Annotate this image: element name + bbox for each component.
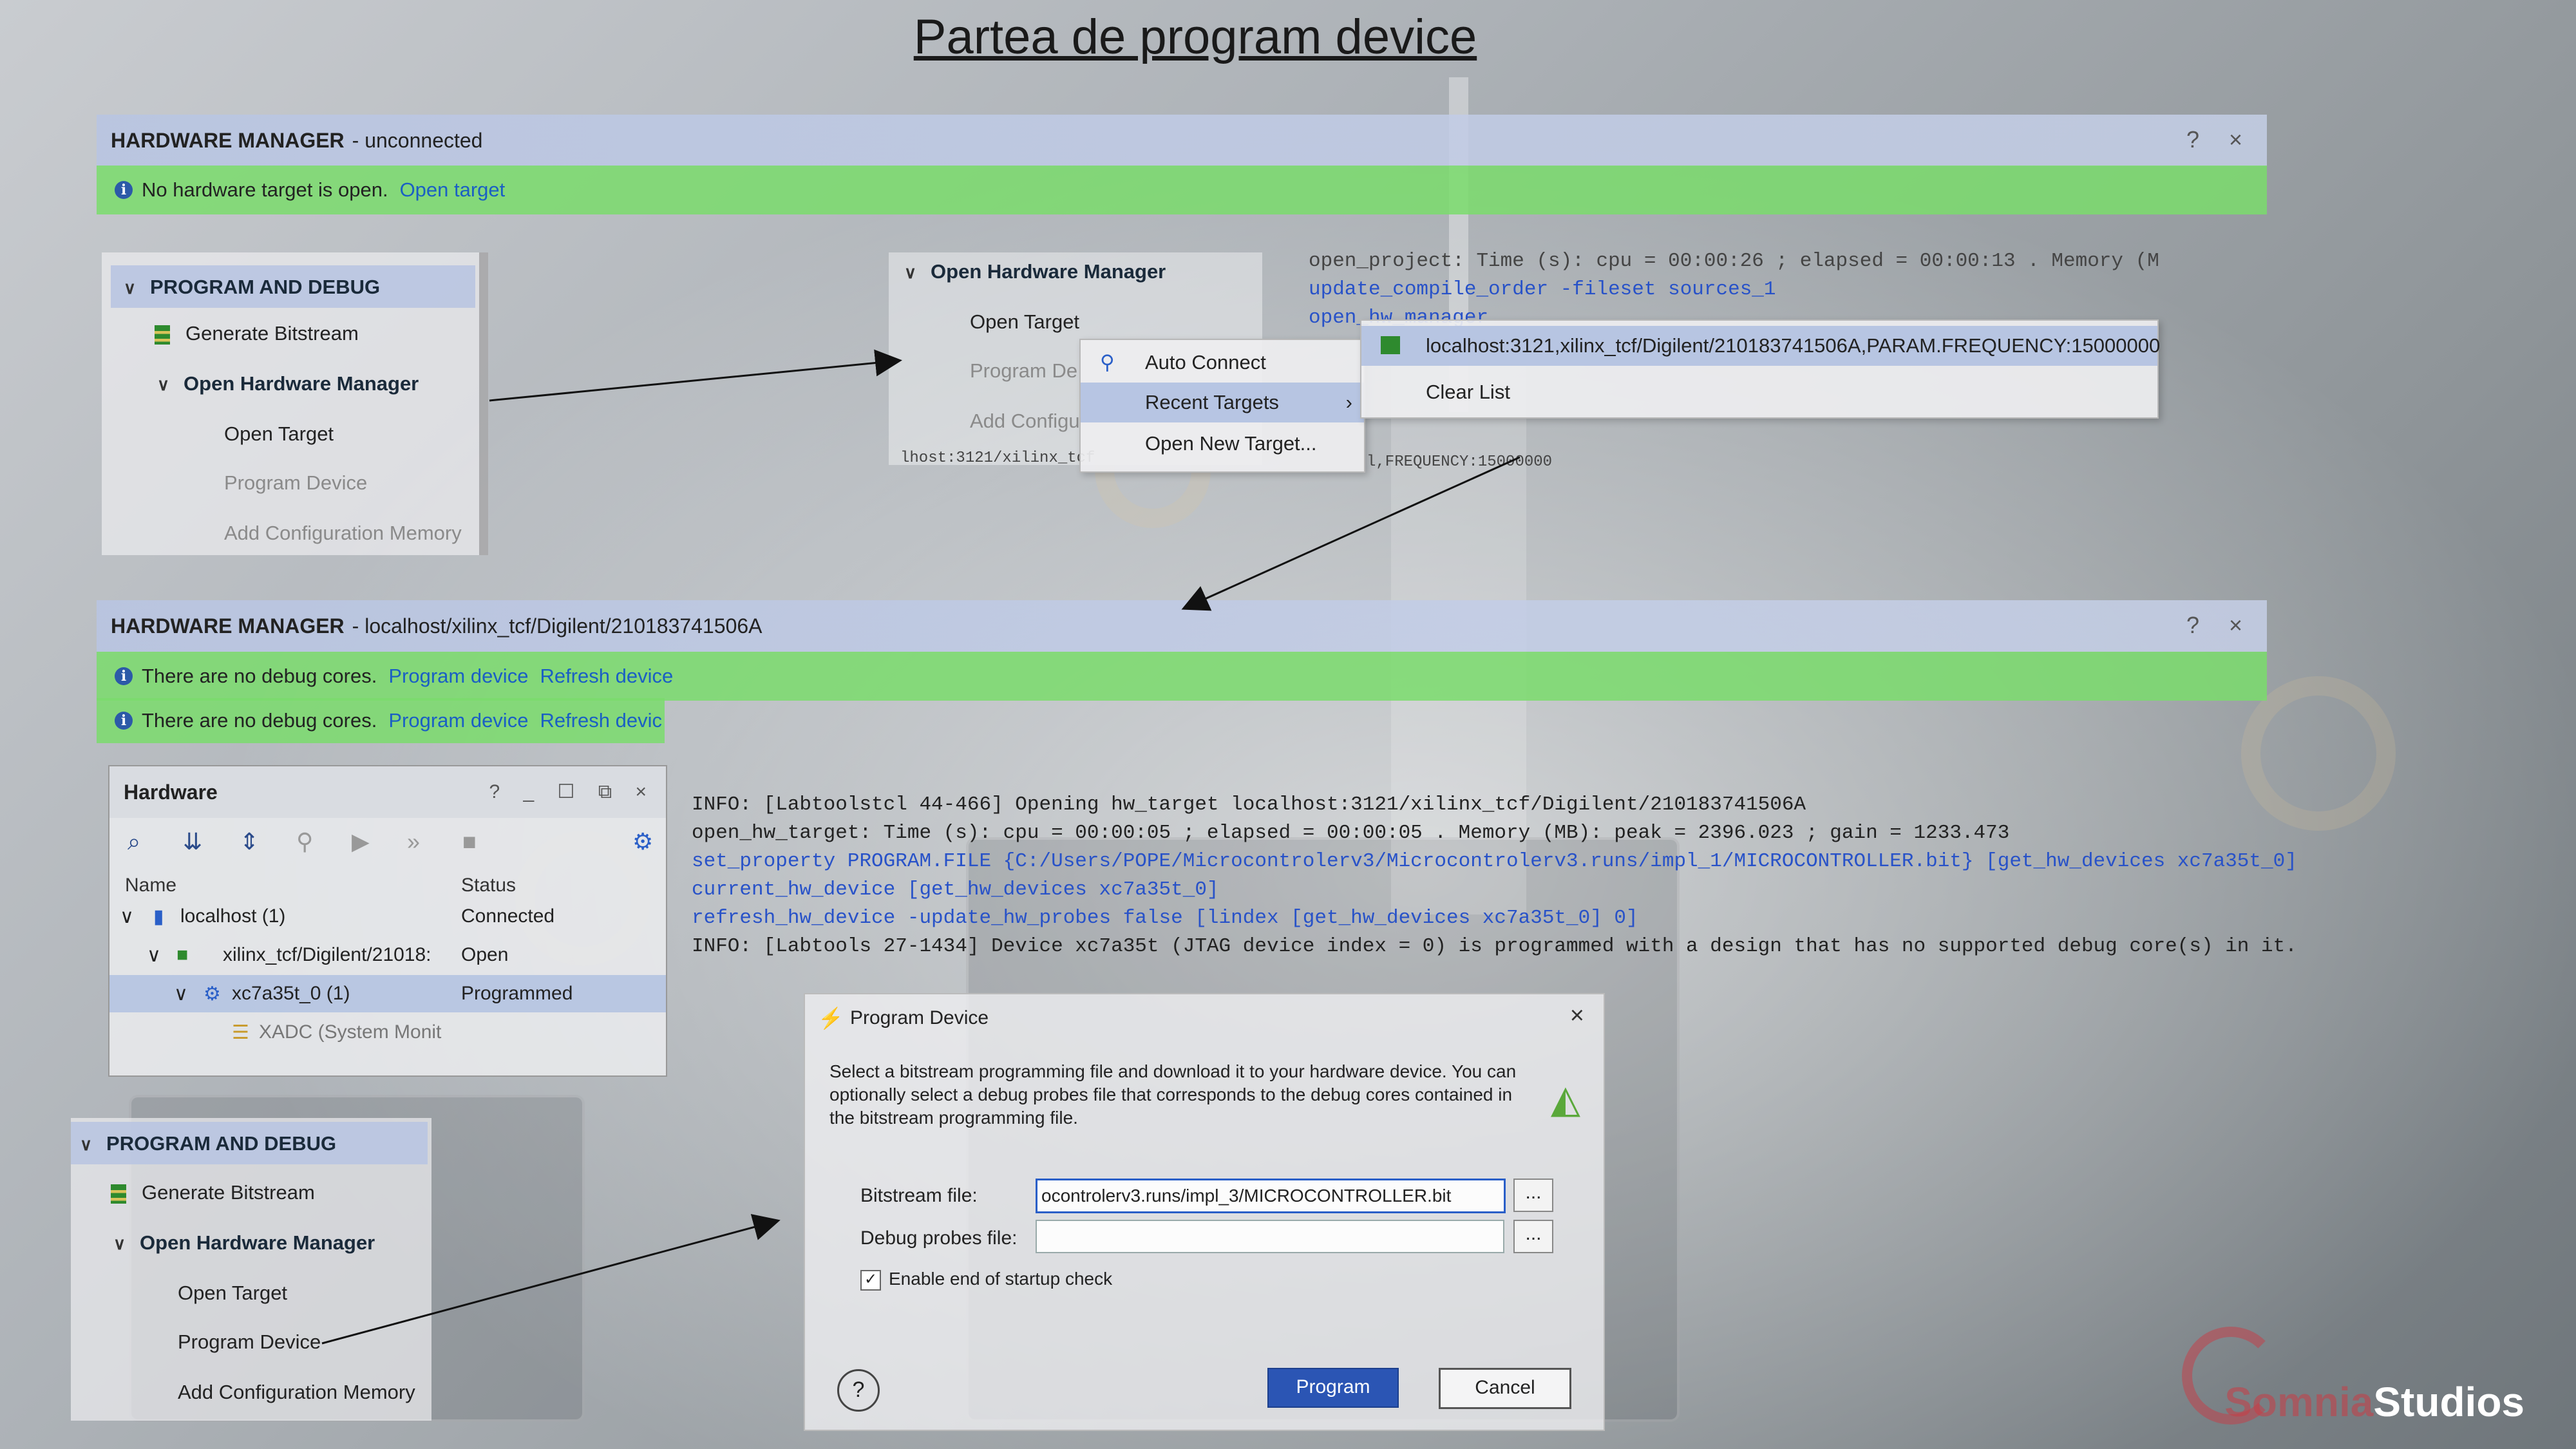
arrow-to-connected-manager: [1181, 456, 1520, 611]
annotation-arrows: [321, 349, 1520, 1345]
arrow-to-program-dialog: [321, 1214, 781, 1345]
studio-logo: SomniaStudios: [2224, 1379, 2524, 1425]
arrow-to-open-target: [489, 349, 902, 402]
